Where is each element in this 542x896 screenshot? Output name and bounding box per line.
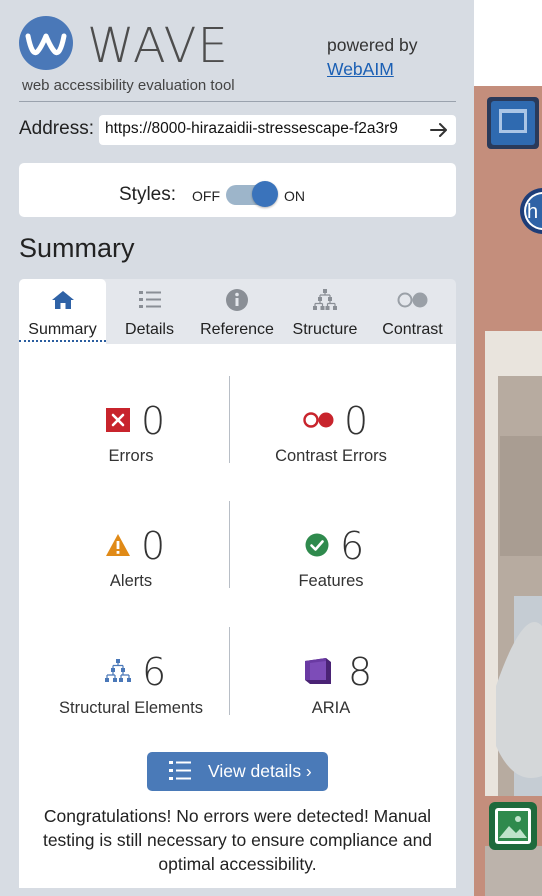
- tab-label: Contrast: [382, 321, 443, 338]
- alerts-label: Alerts: [109, 572, 153, 590]
- view-details-label[interactable]: View details ›: [208, 761, 312, 782]
- alerts-count: 0: [141, 524, 166, 568]
- tab-reference[interactable]: Reference: [193, 279, 281, 344]
- structure-element-icon: [104, 658, 132, 689]
- contrast-error-icon: [302, 409, 336, 436]
- styles-on-label: ON: [284, 188, 305, 204]
- aria-icon: [302, 655, 334, 692]
- features-count: 6: [340, 524, 365, 568]
- tab-details[interactable]: Details: [106, 279, 193, 344]
- wave-overlay-icon[interactable]: h: [519, 187, 542, 240]
- aria-count: 8: [348, 650, 373, 694]
- errors-count: 0: [141, 399, 166, 443]
- wave-overlay-icon[interactable]: [489, 802, 542, 855]
- address-field[interactable]: https://8000-hirazaidii-stressescape-f2a…: [99, 115, 456, 145]
- tab-label: Reference: [200, 321, 274, 338]
- address-input[interactable]: https://8000-hirazaidii-stressescape-f2a…: [105, 120, 425, 138]
- powered-by-text: powered by: [327, 35, 418, 55]
- tab-summary[interactable]: Summary: [19, 279, 106, 344]
- svg-text:h: h: [527, 201, 538, 223]
- webaim-link[interactable]: WebAIM: [327, 59, 394, 80]
- list-icon: [168, 760, 192, 787]
- tab-label: Details: [125, 321, 174, 338]
- tagline: web accessibility evaluation tool: [22, 77, 235, 94]
- feature-icon: [305, 533, 329, 562]
- features-label: Features: [298, 572, 364, 590]
- summary-heading: Summary: [19, 233, 135, 263]
- tab-label: Summary: [19, 321, 106, 342]
- header-divider: [19, 101, 456, 102]
- toggle-knob[interactable]: [252, 181, 278, 207]
- contrast-errors-label: Contrast Errors: [275, 447, 387, 465]
- stat-divider: [229, 501, 230, 588]
- structural-count: 6: [142, 650, 167, 694]
- structure-icon: [312, 288, 338, 317]
- address-label: Address:: [19, 118, 94, 139]
- arrow-right-icon[interactable]: [427, 117, 451, 143]
- wave-logo-icon: [19, 16, 73, 70]
- contrast-errors-count: 0: [344, 399, 369, 443]
- wave-overlay-icon[interactable]: [487, 97, 539, 154]
- alert-icon: [105, 533, 131, 562]
- congratulations-message: Congratulations! No errors were detected…: [42, 806, 433, 874]
- errors-label: Errors: [108, 447, 154, 465]
- wave-wordmark: WAVE: [87, 18, 229, 74]
- home-icon: [50, 288, 76, 317]
- styles-label: Styles:: [119, 184, 177, 205]
- structural-label: Structural Elements: [59, 699, 203, 717]
- styles-off-label: OFF: [192, 188, 220, 204]
- stat-divider: [229, 376, 230, 463]
- tab-structure[interactable]: Structure: [281, 279, 369, 344]
- info-icon: [224, 288, 250, 317]
- error-icon: [106, 408, 130, 437]
- tab-label: Structure: [292, 321, 358, 338]
- contrast-icon: [396, 288, 430, 317]
- list-icon: [137, 288, 163, 317]
- aria-label: ARIA: [311, 699, 351, 717]
- tab-contrast[interactable]: Contrast: [369, 279, 456, 344]
- stat-divider: [229, 627, 230, 715]
